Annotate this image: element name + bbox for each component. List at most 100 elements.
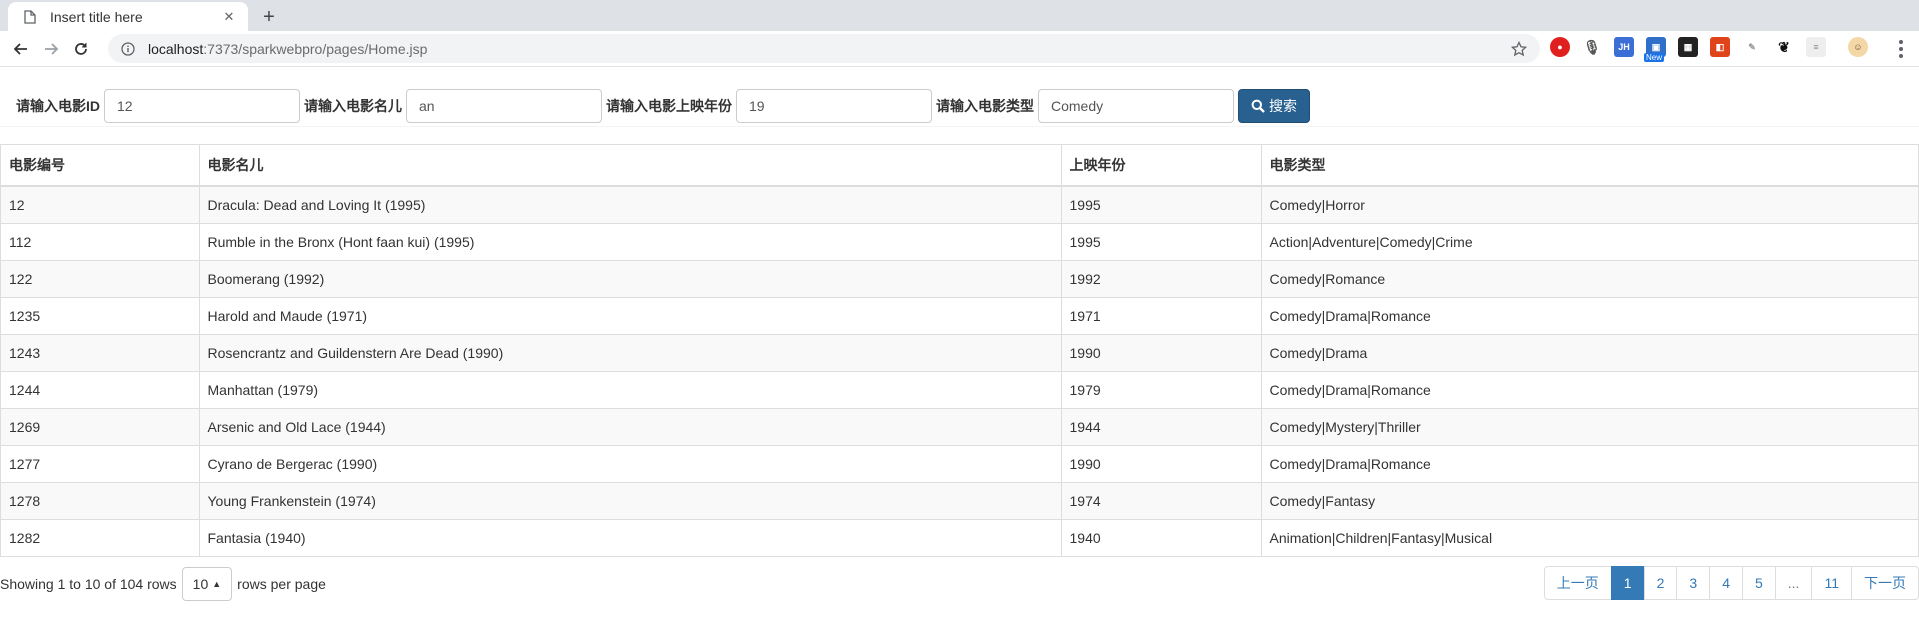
movie-year-label: 请输入电影上映年份	[606, 97, 732, 114]
mic-extension-icon[interactable]: 🎙	[1582, 37, 1602, 57]
cell-movie-id: 112	[1, 222, 200, 260]
cell-release-year: 1944	[1061, 407, 1262, 445]
table-row[interactable]: 1277 Cyrano de Bergerac (1990) 1990 Come…	[1, 444, 1918, 482]
url-path: :7373/sparkwebpro/pages/Home.jsp	[203, 40, 428, 57]
table-row[interactable]: 122 Boomerang (1992) 1992 Comedy|Romance	[1, 259, 1918, 297]
cell-movie-name: Rumble in the Bronx (Hont faan kui) (199…	[199, 222, 1062, 260]
extensions-area: ● 🎙 JH ▣ New ▦ ◧ ✎ ❦ ≡ ☺	[1550, 37, 1880, 62]
table-row[interactable]: 1243 Rosencrantz and Guildenstern Are De…	[1, 333, 1918, 371]
browser-toolbar: localhost:7373/sparkwebpro/pages/Home.js…	[0, 31, 1919, 67]
next-page-button[interactable]: 下一页	[1851, 566, 1919, 600]
search-button[interactable]: 搜索	[1238, 88, 1310, 123]
dragon-extension-icon[interactable]: ❦	[1774, 37, 1794, 57]
pen-extension-icon[interactable]: ✎	[1742, 37, 1762, 57]
page-5-button[interactable]: 5	[1741, 566, 1776, 600]
table-row[interactable]: 1244 Manhattan (1979) 1979 Comedy|Drama|…	[1, 370, 1918, 408]
cell-release-year: 1992	[1061, 259, 1262, 297]
cell-movie-name: Fantasia (1940)	[199, 518, 1062, 556]
cell-genre: Comedy|Mystery|Thriller	[1261, 407, 1918, 445]
address-url[interactable]: localhost:7373/sparkwebpro/pages/Home.js…	[148, 41, 1510, 57]
address-bar[interactable]: localhost:7373/sparkwebpro/pages/Home.js…	[108, 34, 1540, 63]
rows-per-page-text: rows per page	[237, 575, 326, 592]
browser-tab[interactable]: Insert title here ✕	[8, 2, 248, 31]
cell-movie-id: 1244	[1, 370, 200, 408]
forward-icon[interactable]	[36, 34, 66, 64]
movie-name-input[interactable]	[406, 88, 602, 123]
movie-genre-input[interactable]	[1038, 88, 1234, 123]
page-2-button[interactable]: 2	[1643, 566, 1678, 600]
notes-extension-icon[interactable]: ≡	[1806, 37, 1826, 57]
movie-year-input[interactable]	[736, 88, 932, 123]
header-genre[interactable]: 电影类型	[1261, 145, 1918, 187]
adblock-extension-icon[interactable]: ●	[1550, 37, 1570, 57]
movies-table: 电影编号 电影名儿 上映年份 电影类型 12 Dracula: Dead and…	[1, 145, 1918, 556]
page-3-button[interactable]: 3	[1676, 566, 1711, 600]
cell-release-year: 1990	[1061, 444, 1262, 482]
jh-extension-icon[interactable]: JH	[1614, 37, 1634, 57]
cell-release-year: 1979	[1061, 370, 1262, 408]
table-footer: Showing 1 to 10 of 104 rows 10 ▲ rows pe…	[0, 566, 1919, 601]
search-form: 请输入电影ID 请输入电影名儿 请输入电影上映年份 请输入电影类型 搜索	[0, 88, 1919, 123]
close-tab-icon[interactable]: ✕	[220, 8, 238, 26]
cell-genre: Comedy|Drama|Romance	[1261, 370, 1918, 408]
cell-genre: Comedy|Fantasy	[1261, 481, 1918, 519]
cell-release-year: 1995	[1061, 222, 1262, 260]
page-ellipsis-button[interactable]: ...	[1774, 566, 1813, 600]
reload-icon[interactable]	[66, 34, 96, 64]
cell-genre: Animation|Children|Fantasy|Musical	[1261, 518, 1918, 556]
cell-release-year: 1940	[1061, 518, 1262, 556]
office-extension-icon[interactable]: ◧	[1710, 37, 1730, 57]
cell-movie-id: 1278	[1, 481, 200, 519]
cell-release-year: 1971	[1061, 296, 1262, 334]
profile-avatar[interactable]: ☺	[1848, 37, 1868, 57]
cell-movie-id: 122	[1, 259, 200, 297]
tab-title: Insert title here	[50, 8, 143, 25]
cell-movie-name: Cyrano de Bergerac (1990)	[199, 444, 1062, 482]
search-button-label: 搜索	[1269, 97, 1297, 114]
table-row[interactable]: 112 Rumble in the Bronx (Hont faan kui) …	[1, 222, 1918, 260]
page-4-button[interactable]: 4	[1709, 566, 1743, 600]
page-1-button[interactable]: 1	[1610, 566, 1645, 600]
page-size-value: 10	[192, 575, 209, 592]
table-row[interactable]: 1235 Harold and Maude (1971) 1971 Comedy…	[1, 296, 1918, 334]
cell-genre: Action|Adventure|Comedy|Crime	[1261, 222, 1918, 260]
cell-movie-id: 1235	[1, 296, 200, 334]
page-size-dropdown[interactable]: 10 ▲	[181, 566, 233, 601]
cell-movie-id: 1282	[1, 518, 200, 556]
movie-id-input[interactable]	[104, 88, 300, 123]
page-11-button[interactable]: 11	[1811, 566, 1852, 600]
search-icon	[1251, 99, 1265, 113]
cell-release-year: 1990	[1061, 333, 1262, 371]
cell-release-year: 1995	[1061, 185, 1262, 223]
header-release-year[interactable]: 上映年份	[1061, 145, 1262, 187]
table-header-row: 电影编号 电影名儿 上映年份 电影类型	[1, 145, 1918, 187]
cell-genre: Comedy|Drama|Romance	[1261, 296, 1918, 334]
screenshot-extension-icon[interactable]: ▣ New	[1644, 37, 1666, 62]
cell-movie-name: Harold and Maude (1971)	[199, 296, 1062, 334]
url-host: localhost	[148, 40, 204, 57]
cell-movie-name: Young Frankenstein (1974)	[199, 481, 1062, 519]
table-row[interactable]: 1278 Young Frankenstein (1974) 1974 Come…	[1, 481, 1918, 519]
movie-genre-label: 请输入电影类型	[936, 97, 1034, 114]
pagination: 上一页 1 2 3 4 5 ... 11 下一页	[1543, 566, 1919, 600]
prev-page-button[interactable]: 上一页	[1543, 566, 1612, 600]
jh-extension-label: JH	[1618, 42, 1630, 52]
new-tab-icon[interactable]: +	[256, 4, 282, 30]
cell-movie-id: 12	[1, 185, 200, 223]
header-movie-id[interactable]: 电影编号	[1, 145, 200, 187]
table-row[interactable]: 12 Dracula: Dead and Loving It (1995) 19…	[1, 185, 1918, 223]
back-icon[interactable]	[6, 34, 36, 64]
browser-menu-icon[interactable]	[1893, 40, 1909, 58]
movie-name-label: 请输入电影名儿	[304, 97, 402, 114]
cell-movie-id: 1277	[1, 444, 200, 482]
showing-rows-text: Showing 1 to 10 of 104 rows	[0, 575, 177, 592]
cell-movie-name: Arsenic and Old Lace (1944)	[199, 407, 1062, 445]
info-icon[interactable]	[120, 41, 136, 57]
bookmark-star-icon[interactable]	[1510, 40, 1528, 58]
table-row[interactable]: 1282 Fantasia (1940) 1940 Animation|Chil…	[1, 518, 1918, 556]
header-movie-name[interactable]: 电影名儿	[199, 145, 1062, 187]
table-row[interactable]: 1269 Arsenic and Old Lace (1944) 1944 Co…	[1, 407, 1918, 445]
cell-movie-name: Boomerang (1992)	[199, 259, 1062, 297]
cell-genre: Comedy|Drama	[1261, 333, 1918, 371]
grid-extension-icon[interactable]: ▦	[1678, 37, 1698, 57]
